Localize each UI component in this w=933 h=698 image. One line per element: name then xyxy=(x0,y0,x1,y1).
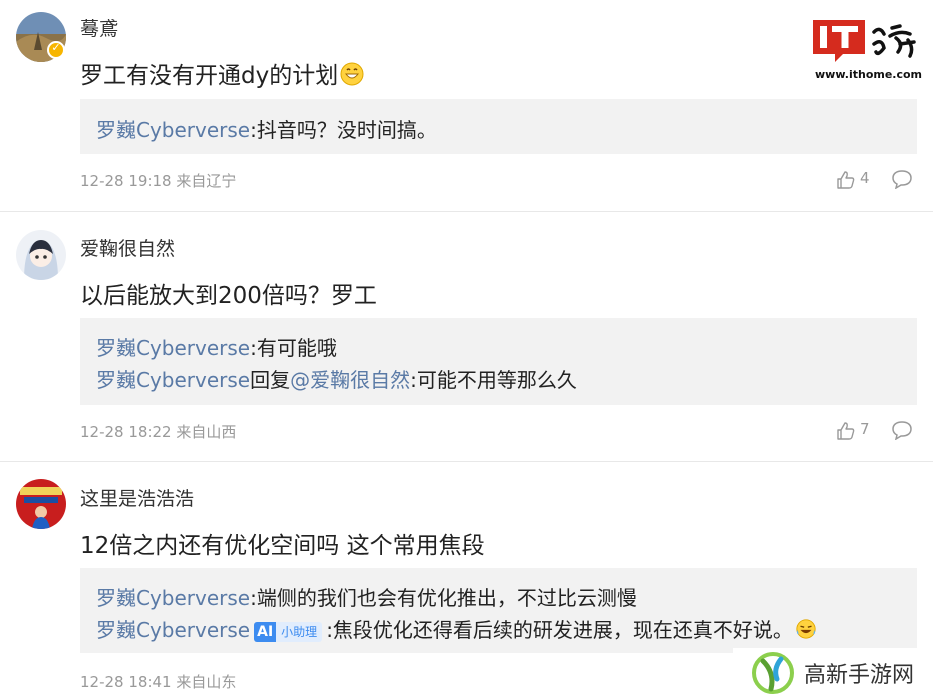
comment-bubble-icon[interactable] xyxy=(891,420,913,440)
reply-author-link[interactable]: 罗巍Cyberverse xyxy=(96,336,250,360)
ai-badge-icon: AI xyxy=(254,622,277,642)
reply-box: 罗巍Cyberverse:端侧的我们也会有优化推出，不过比云测慢 罗巍Cyber… xyxy=(80,568,917,653)
comment-username[interactable]: 蓦鳶 xyxy=(80,14,118,41)
like-count: 4 xyxy=(860,169,870,187)
reply-text: :焦段优化还得看后续的研发进展，现在还真不好说。 xyxy=(326,618,793,642)
reply-box: 罗巍Cyberverse:有可能哦 罗巍Cyberverse回复@爱鞠很自然:可… xyxy=(80,318,917,405)
comment-item: ✓ 蓦鳶 罗工有没有开通dy的计划 罗巍Cyberverse:抖音吗？没时间搞。… xyxy=(0,0,933,212)
reply-author-link[interactable]: 罗巍Cyberverse xyxy=(96,618,250,642)
comment-meta: 12-28 19:18 来自辽宁 xyxy=(80,172,237,190)
like-button[interactable]: 7 xyxy=(836,420,874,442)
avatar[interactable] xyxy=(16,230,66,280)
like-count: 7 xyxy=(860,420,870,438)
comment-username[interactable]: 这里是浩浩浩 xyxy=(80,484,194,511)
reply-line: 罗巍Cyberverse:抖音吗？没时间搞。 xyxy=(96,114,437,143)
reply-text: :抖音吗？没时间搞。 xyxy=(250,118,437,142)
comment-content: 12倍之内还有优化空间吗 这个常用焦段 xyxy=(80,526,485,560)
comment-bubble-icon[interactable] xyxy=(891,169,913,189)
watermark-text: 高新手游网 xyxy=(804,663,915,688)
reply-line: 罗巍Cyberverse回复@爱鞠很自然:可能不用等那么久 xyxy=(96,364,577,393)
comment-content: 罗工有没有开通dy的计划 xyxy=(80,56,364,90)
comment-item: 爱鞠很自然 以后能放大到200倍吗？罗工 罗巍Cyberverse:有可能哦 罗… xyxy=(0,212,933,462)
comment-meta: 12-28 18:22 来自山西 xyxy=(80,423,237,441)
ai-assistant-badge: AI 小助理 xyxy=(254,617,323,642)
laugh-cry-emoji-icon xyxy=(796,618,816,639)
comment-meta: 12-28 18:41 来自山东 xyxy=(80,673,237,691)
comment-text: 12倍之内还有优化空间吗 这个常用焦段 xyxy=(80,533,485,559)
avatar[interactable] xyxy=(16,479,66,529)
comment-text: 罗工有没有开通dy的计划 xyxy=(80,63,339,89)
reply-box: 罗巍Cyberverse:抖音吗？没时间搞。 xyxy=(80,99,917,154)
reply-line: 罗巍Cyberverse AI 小助理:焦段优化还得看后续的研发进展，现在还真不好说… xyxy=(96,614,817,644)
reply-author-link[interactable]: 罗巍Cyberverse xyxy=(96,586,250,610)
reply-mention-link[interactable]: @爱鞠很自然 xyxy=(290,368,410,392)
comment-content: 以后能放大到200倍吗？罗工 xyxy=(80,276,377,310)
reply-text: :可能不用等那么久 xyxy=(410,368,577,392)
grin-emoji-icon xyxy=(340,62,364,85)
verified-badge-icon: ✓ xyxy=(47,41,65,59)
like-button[interactable]: 4 xyxy=(836,169,874,191)
thumbs-up-icon xyxy=(837,422,855,440)
thumbs-up-icon xyxy=(837,171,855,189)
comment-username[interactable]: 爱鞠很自然 xyxy=(80,234,175,261)
reply-text: :端侧的我们也会有优化推出，不过比云测慢 xyxy=(250,586,637,610)
comment-text: 以后能放大到200倍吗？罗工 xyxy=(80,283,377,309)
ai-badge-label: 小助理 xyxy=(276,622,323,642)
reply-line: 罗巍Cyberverse:端侧的我们也会有优化推出，不过比云测慢 xyxy=(96,582,637,611)
watermark: 高新手游网 xyxy=(733,648,933,698)
watermark-logo-icon xyxy=(752,652,794,694)
reply-author-link[interactable]: 罗巍Cyberverse xyxy=(96,368,250,392)
reply-line: 罗巍Cyberverse:有可能哦 xyxy=(96,332,337,361)
reply-verb: 回复 xyxy=(250,368,291,392)
reply-text: :有可能哦 xyxy=(250,336,337,360)
reply-author-link[interactable]: 罗巍Cyberverse xyxy=(96,118,250,142)
